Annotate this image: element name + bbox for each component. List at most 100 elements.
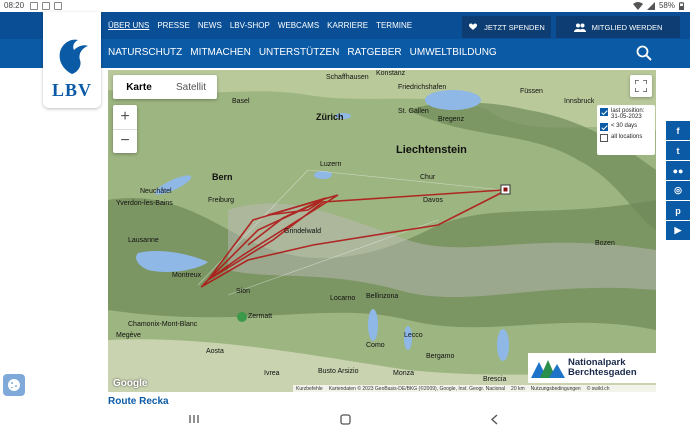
nav-link-lbv-shop[interactable]: LBV-SHOP [230,21,270,30]
wifi-icon [632,1,643,10]
zoom-out-button[interactable]: − [113,128,137,154]
notification-icon [30,2,38,10]
map-label-como: Como [366,342,385,349]
checkbox-all-locations[interactable] [600,134,608,142]
status-bar: 08:20 58% [0,0,690,12]
nav-link-termine[interactable]: TERMINE [376,21,412,30]
bird-logo-icon [59,39,88,74]
fullscreen-button[interactable] [630,75,652,97]
lbv-logo[interactable]: LBV [43,12,101,108]
map-label-bregenz: Bregenz [438,116,465,123]
top-links: ÜBER UNS PRESSE NEWS LBV-SHOP WEBCAMS KA… [108,21,412,30]
google-logo: Google [113,378,148,389]
attribution-shortcuts[interactable]: Kurzbefehle [296,386,323,392]
home-icon[interactable] [340,414,351,425]
cookie-icon [8,379,20,391]
search-icon[interactable] [636,45,652,61]
legend-30-days[interactable]: < 30 days [600,123,652,131]
map-label-busto-arsizio: Busto Arsizio [318,368,359,375]
map-label-konstanz: Konstanz [376,70,406,77]
attribution-terms[interactable]: Nutzungsbedingungen [531,386,581,392]
map-label-sion: Sion [236,288,251,295]
route-map[interactable]: Liechtenstein Zürich Bern Lausanne Konst… [108,70,656,392]
map-label-zurich: Zürich [316,112,344,122]
map-label-liechtenstein: Liechtenstein [396,144,467,156]
np-line2: Berchtesgaden [568,367,637,378]
map-label-basel: Basel [232,98,250,105]
map-label-zermatt: Zermatt [248,313,273,320]
map-label-bozen: Bozen [595,240,615,247]
legend-last-position[interactable]: last position: 31-05-2023 [600,108,652,120]
donate-button[interactable]: JETZT SPENDEN [462,16,551,38]
map-label-yverdon: Yverdon-les-Bains [116,200,173,207]
legend-all-locations[interactable]: all locations [600,134,652,142]
nav-link-karriere[interactable]: KARRIERE [327,21,368,30]
map-type-satellit[interactable]: Satellit [165,75,217,99]
twitter-icon[interactable]: t [666,141,690,160]
checkbox-30-days[interactable] [600,123,608,131]
android-navigation-bar [0,408,690,431]
map-label-megeve: Megève [116,332,141,339]
map-label-freiburg: Freiburg [208,197,235,204]
donate-label: JETZT SPENDEN [484,22,545,32]
notification-icon [54,2,62,10]
youtube-icon[interactable]: ▶ [666,221,690,240]
flickr-icon[interactable]: ●● [666,161,690,180]
nav-link-mitmachen[interactable]: MITMACHEN [190,47,251,58]
map-label-aosta: Aosta [206,348,224,355]
checkbox-last-position[interactable] [600,108,608,116]
zoom-controls: + − [113,105,137,153]
map-attribution: Kurzbefehle Kartendaten © 2023 GeoBasis-… [293,385,656,392]
map-label-chamonix: Chamonix-Mont-Blanc [128,321,198,328]
pinterest-icon[interactable]: p [666,201,690,220]
nav-link-naturschutz[interactable]: NATURSCHUTZ [108,47,182,58]
map-type-karte[interactable]: Karte [113,75,165,99]
nav-link-umweltbildung[interactable]: UMWELTBILDUNG [410,47,497,58]
attribution-credit: © swild.ch [586,385,610,392]
nav-link-webcams[interactable]: WEBCAMS [278,21,319,30]
battery-icon [679,1,684,10]
map-label-ivrea: Ivrea [264,370,280,377]
member-label: MITGLIED WERDEN [591,22,663,32]
route-path [202,189,504,286]
route-path [200,191,504,288]
nav-link-ratgeber[interactable]: RATGEBER [347,47,401,58]
instagram-icon[interactable]: ◎ [666,181,690,200]
zoom-in-button[interactable]: + [113,105,137,129]
map-legend: last position: 31-05-2023 < 30 days all … [597,105,655,155]
map-label-luzern: Luzern [320,161,342,168]
map-label-neuchatel: Neuchâtel [140,188,172,195]
map-label-lecco: Lecco [404,332,423,339]
nav-link-ueber-uns[interactable]: ÜBER UNS [108,21,149,30]
nationalpark-logo: Nationalpark Berchtesgaden [528,353,656,383]
map-label-innsbruck: Innsbruck [564,98,595,105]
map-label-montreux: Montreux [172,272,202,279]
map-label-fussen: Füssen [520,88,543,95]
nav-link-news[interactable]: NEWS [198,21,222,30]
social-share-bar: f t ●● ◎ p ▶ [666,121,690,240]
logo-text: LBV [51,80,92,100]
nationalpark-mountain-icon [531,360,565,378]
recent-apps-icon[interactable] [188,414,200,424]
sub-links: NATURSCHUTZ MITMACHEN UNTERSTÜTZEN RATGE… [108,47,497,58]
back-icon[interactable] [490,414,500,425]
map-label-grindelwald: Grindelwald [284,228,321,235]
users-icon [573,23,586,32]
map-label-friedrichshafen: Friedrichshafen [398,84,447,91]
map-label-locarno: Locarno [330,295,356,302]
nav-link-presse[interactable]: PRESSE [157,21,189,30]
facebook-icon[interactable]: f [666,121,690,140]
map-label-bern: Bern [212,172,233,182]
signal-icon [646,1,655,10]
map-type-toggle: Karte Satellit [113,75,217,99]
nav-link-unterstuetzen[interactable]: UNTERSTÜTZEN [259,47,340,58]
map-label-chur: Chur [420,174,436,181]
map-label-brescia: Brescia [483,376,507,383]
cookie-settings-button[interactable] [3,374,25,396]
become-member-button[interactable]: MITGLIED WERDEN [556,16,680,38]
poi-marker-icon[interactable] [237,312,247,322]
map-label-monza: Monza [393,370,415,377]
map-label-schaffhausen: Schaffhausen [326,74,369,81]
status-time: 08:20 [4,1,25,10]
battery-level: 58% [658,1,675,10]
